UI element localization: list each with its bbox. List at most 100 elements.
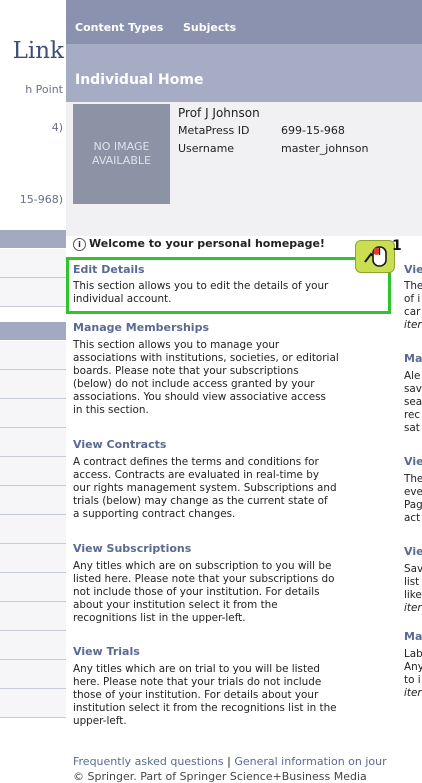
site-logo-fragment: Link (12, 38, 64, 64)
sidebar-row[interactable] (0, 486, 66, 515)
footer-separator: | (227, 755, 231, 768)
desc-line: associations with institutions, societie… (73, 352, 339, 364)
left-sidebar: Link h Point 4) 15-968) (0, 0, 66, 781)
right-col-text: to i (404, 674, 421, 686)
faq-link[interactable]: Frequently asked questions (73, 755, 224, 768)
desc-line: This section allows you to manage your (73, 339, 280, 351)
sidebar-section-bar (0, 322, 66, 340)
desc-line: boards. Please note that your subscripti… (73, 365, 299, 377)
desc-line: individual account. (73, 293, 172, 305)
general-info-link[interactable]: General information on jour (234, 755, 386, 768)
right-col-text: Ale (404, 370, 421, 382)
sidebar-row[interactable] (0, 544, 66, 573)
right-col-text: sea (404, 396, 422, 408)
right-col-text: The (404, 473, 422, 485)
desc-line: (below) do not include access granted by… (73, 378, 315, 390)
right-col-text: Any (404, 661, 422, 673)
welcome-text: Welcome to your personal homepage! (89, 237, 325, 250)
desc-line: in this section. (73, 404, 149, 416)
right-col-text: Sav (404, 563, 422, 575)
desc-line: recognitions list in the upper-left. (73, 612, 246, 624)
desc-line: This section allows you to edit the deta… (73, 280, 329, 292)
sidebar-row[interactable] (0, 341, 66, 370)
edit-details-link[interactable]: Edit Details (73, 263, 145, 276)
sidebar-row[interactable] (0, 689, 66, 718)
section-header: Individual Home (66, 44, 422, 102)
sidebar-row[interactable] (0, 399, 66, 428)
view-subscriptions-link[interactable]: View Subscriptions (73, 542, 191, 555)
page-title: Individual Home (75, 72, 204, 88)
profile-image-placeholder: NO IMAGE AVAILABLE (73, 104, 170, 204)
manage-memberships-link[interactable]: Manage Memberships (73, 321, 209, 334)
view-trials-link[interactable]: View Trials (73, 645, 140, 658)
right-col-text: act (404, 512, 421, 524)
right-col-text: Lab (404, 648, 422, 660)
sidebar-text-3: 15-968) (19, 193, 63, 206)
sidebar-row[interactable] (0, 278, 66, 307)
sidebar-row[interactable] (0, 457, 66, 486)
manage-memberships-desc: This section allows you to manage your a… (73, 339, 371, 417)
sidebar-row[interactable] (0, 249, 66, 278)
desc-line: not include those of your institution. F… (73, 586, 320, 598)
right-col-text: sat (404, 422, 420, 434)
desc-line: listed here. Please note that your subsc… (73, 573, 335, 585)
profile-name: Prof J Johnson (178, 106, 260, 120)
no-image-text: NO IMAGE AVAILABLE (92, 140, 151, 167)
mouse-click-icon (355, 240, 395, 273)
sidebar-row[interactable] (0, 631, 66, 660)
sidebar-row[interactable] (0, 428, 66, 457)
desc-line: upper-left. (73, 715, 127, 727)
sidebar-row[interactable] (0, 602, 66, 631)
desc-line: Any titles which are on subscription to … (73, 560, 332, 572)
footer-links: Frequently asked questions | General inf… (73, 755, 387, 768)
right-col-heading[interactable]: Ma (404, 352, 422, 365)
right-col-text: iter (404, 602, 422, 614)
desc-line: A contract defines the terms and conditi… (73, 456, 319, 468)
view-contracts-desc: A contract defines the terms and conditi… (73, 456, 371, 521)
sidebar-row[interactable] (0, 515, 66, 544)
desc-line: a supporting contract changes. (73, 508, 236, 520)
sidebar-text-2: 4) (51, 121, 63, 134)
right-col-text: Pag (404, 499, 422, 511)
top-nav-bar: Content Types Subjects (66, 0, 422, 44)
info-icon: i (73, 237, 86, 251)
desc-line: trials (below) may change as the current… (73, 495, 328, 507)
desc-line: associations. You should view associativ… (73, 391, 326, 403)
sidebar-row[interactable] (0, 660, 66, 689)
desc-line: here. Please note that your trials do no… (73, 676, 322, 688)
step-number: 1 (392, 238, 402, 254)
right-col-heading[interactable]: Ma (404, 630, 422, 643)
right-col-heading[interactable]: Vie (404, 455, 422, 468)
metapress-id-label: MetaPress ID (178, 124, 250, 137)
desc-line: about your institution select it from th… (73, 599, 278, 611)
desc-line: Any titles which are on trial to you wil… (73, 663, 321, 675)
right-col-text: of i (404, 293, 421, 305)
desc-line: institution select it from the recogniti… (73, 702, 337, 714)
sidebar-section-bar (0, 230, 66, 248)
right-col-text: car (404, 306, 421, 318)
right-col-text: rec (404, 409, 421, 421)
welcome-heading: i Welcome to your personal homepage! (73, 237, 373, 251)
edit-details-desc: This section allows you to edit the deta… (73, 280, 371, 306)
right-col-text: iter (404, 319, 422, 331)
view-subscriptions-desc: Any titles which are on subscription to … (73, 560, 371, 625)
right-col-heading[interactable]: Vie (404, 263, 422, 276)
desc-line: access. Contracts are evaluated in real-… (73, 469, 319, 481)
nav-content-types[interactable]: Content Types (75, 21, 163, 34)
sidebar-row[interactable] (0, 370, 66, 399)
right-col-heading[interactable]: Vie (404, 545, 422, 558)
right-col-text: iter (404, 687, 422, 699)
right-col-text: eve (404, 486, 422, 498)
nav-subjects[interactable]: Subjects (183, 21, 236, 34)
footer-copyright: © Springer. Part of Springer Science+Bus… (73, 770, 367, 783)
right-col-text: The (404, 280, 422, 292)
username-value: master_johnson (281, 142, 369, 155)
desc-line: those of your institution. For details a… (73, 689, 319, 701)
sidebar-text-1: h Point (25, 83, 63, 96)
right-col-text: like (404, 589, 422, 601)
right-col-text: sav (404, 383, 422, 395)
sidebar-row[interactable] (0, 573, 66, 602)
view-trials-desc: Any titles which are on trial to you wil… (73, 663, 371, 728)
view-contracts-link[interactable]: View Contracts (73, 438, 166, 451)
right-col-text: list (404, 576, 420, 588)
